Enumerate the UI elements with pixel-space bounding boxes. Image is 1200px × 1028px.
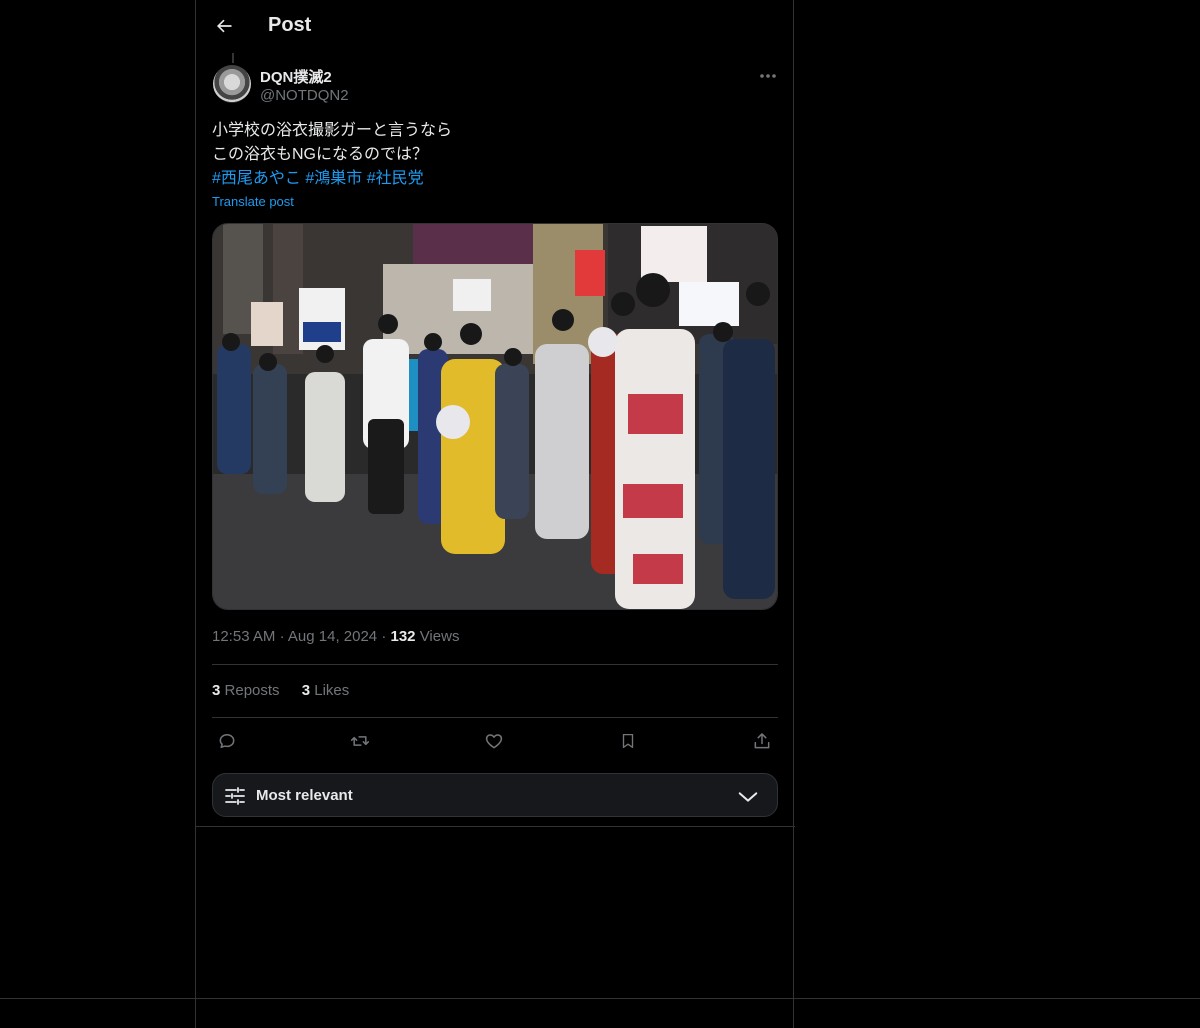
- repost-icon: [350, 736, 370, 746]
- bottom-divider: [0, 998, 1200, 999]
- meta-separator: ·: [381, 628, 391, 645]
- post-text-line: 小学校の浴衣撮影ガーと言うなら: [212, 122, 453, 139]
- back-button[interactable]: [210, 12, 238, 40]
- divider: [212, 717, 778, 718]
- more-options-button[interactable]: [756, 66, 780, 86]
- translate-post-link[interactable]: Translate post: [212, 194, 294, 209]
- author-handle[interactable]: @NOTDQN2: [260, 87, 349, 104]
- post-photo[interactable]: [212, 223, 778, 610]
- sort-label: Most relevant: [256, 787, 353, 804]
- street-scene-photo: [213, 224, 777, 609]
- section-divider: [196, 826, 795, 827]
- reposts-label: Reposts: [224, 682, 280, 699]
- reposts-count: 3: [212, 682, 221, 699]
- post-text: 小学校の浴衣撮影ガーと言うなら この浴衣もNGになるのでは？ #西尾あやこ #鴻…: [212, 119, 772, 191]
- header-bar: Post: [196, 0, 793, 53]
- main-column: Post DQN撲滅2 @NOTDQN2 小学校の浴衣撮影ガーと言うなら この浴…: [195, 0, 795, 1028]
- author-name[interactable]: DQN撲滅2: [260, 66, 332, 87]
- likes-count: 3: [301, 682, 311, 699]
- thread-connector: [232, 53, 234, 63]
- like-button[interactable]: [481, 728, 507, 754]
- reply-sort-dropdown[interactable]: Most relevant: [212, 773, 778, 817]
- reposts-stat[interactable]: 3 Reposts: [212, 682, 284, 699]
- hashtag-link[interactable]: #鴻巣市: [305, 170, 362, 187]
- views-count: 132: [390, 628, 416, 645]
- post-metadata: 12:53 AM · Aug 14, 2024 · 132 Views: [212, 628, 459, 645]
- more-horizontal-icon: [760, 74, 776, 78]
- chevron-down-icon: [738, 792, 758, 802]
- post-time[interactable]: 12:53 AM: [212, 628, 275, 645]
- sliders-icon: [225, 787, 245, 805]
- page-title: Post: [268, 14, 312, 36]
- share-icon: [754, 733, 770, 749]
- reply-icon: [219, 734, 235, 748]
- divider: [212, 664, 778, 665]
- hashtag-link[interactable]: #社民党: [367, 170, 424, 187]
- meta-separator: ·: [279, 628, 288, 645]
- hashtag-link[interactable]: #西尾あやこ: [212, 170, 301, 187]
- bookmark-button[interactable]: [615, 728, 641, 754]
- repost-button[interactable]: [347, 728, 373, 754]
- bookmark-icon: [622, 733, 634, 749]
- likes-label: Likes: [314, 682, 350, 699]
- post-date[interactable]: Aug 14, 2024: [288, 628, 377, 645]
- heart-icon: [485, 734, 503, 749]
- avatar[interactable]: [213, 65, 251, 103]
- engagement-stats: 3 Reposts 3 Likes: [212, 682, 367, 699]
- action-bar: [212, 728, 778, 754]
- reply-button[interactable]: [214, 728, 240, 754]
- post-text-line: この浴衣もNGになるのでは？: [212, 146, 429, 163]
- arrow-left-icon: [217, 19, 232, 33]
- share-button[interactable]: [749, 728, 775, 754]
- views-label: Views: [419, 628, 460, 645]
- likes-stat[interactable]: 3 Likes: [302, 682, 350, 699]
